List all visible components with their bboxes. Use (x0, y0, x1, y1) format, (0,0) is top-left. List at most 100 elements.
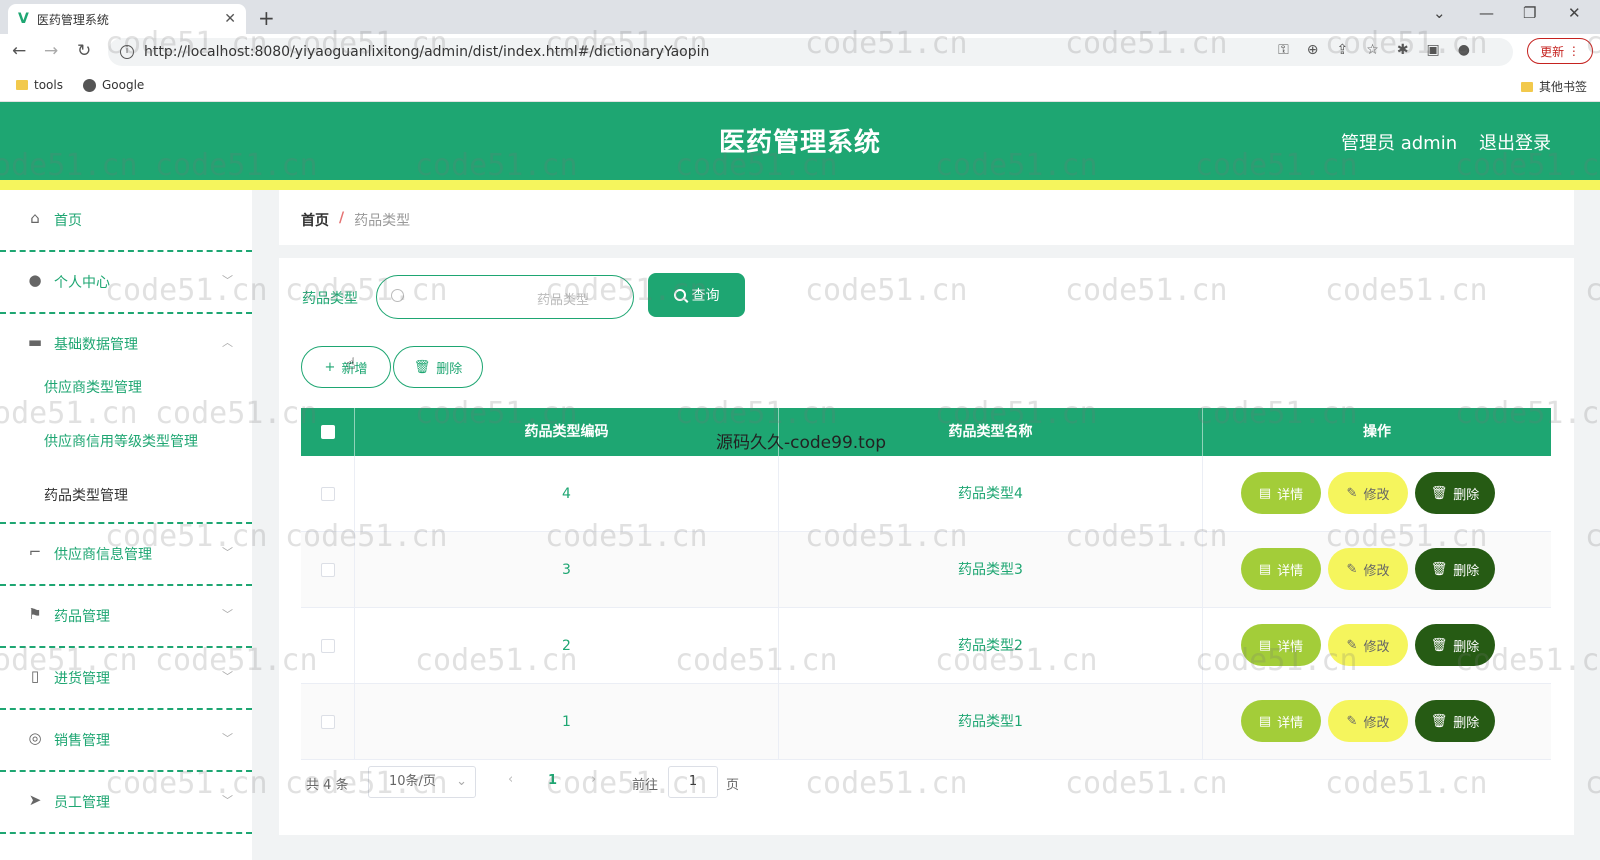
row-select-cell[interactable] (301, 456, 355, 532)
sidebar-item-basic-data[interactable]: ▬ 基础数据管理 ︿ 供应商类型管理 供应商信用等级类型管理 药品类型管理 (0, 314, 252, 524)
delete-label: 删除 (1453, 715, 1480, 731)
cell-actions: ▤ 详情 ✎ 修改 🗑 删除 (1203, 532, 1551, 608)
source-overlay-text: 源码久久-code99.top (716, 433, 887, 453)
current-user: 管理员 admin (1341, 133, 1458, 154)
submenu-supplier-type[interactable]: 供应商类型管理 (44, 377, 142, 397)
back-icon[interactable]: ← (12, 41, 26, 61)
forward-icon[interactable]: → (44, 41, 58, 61)
search-placeholder: 药品类型 (537, 293, 590, 308)
table-row: 2 药品类型2 ▤ 详情 ✎ 修改 🗑 删除 (301, 608, 1551, 684)
sidebar-item-label: 首页 (54, 213, 82, 229)
edit-button[interactable]: ✎ 修改 (1328, 472, 1408, 514)
row-checkbox[interactable] (320, 715, 335, 729)
cell-name: 药品类型3 (779, 532, 1203, 608)
row-select-cell[interactable] (301, 532, 355, 608)
row-checkbox[interactable] (320, 487, 335, 501)
delete-button[interactable]: 🗑 删除 (1415, 548, 1495, 590)
goto-label: 前往 (632, 778, 659, 793)
chevron-down-icon: ﹀ (222, 546, 233, 559)
omnibox-actions: ⚿ ⊕ ⇪ ☆ ✱ ▣ ● (1278, 42, 1470, 58)
delete-button[interactable]: 🗑 删除 (1415, 700, 1495, 742)
row-checkbox[interactable] (320, 639, 335, 653)
sidebar-item-label: 销售管理 (54, 733, 110, 749)
pencil-icon: ✎ (1346, 561, 1358, 577)
delete-label: 删除 (1453, 639, 1480, 655)
extensions-icon[interactable]: ✱ (1397, 42, 1409, 58)
sidebar-item-sales[interactable]: ◎ 销售管理 ﹀ (0, 710, 252, 772)
crop-icon: ⌐ (28, 543, 42, 561)
profile-icon[interactable]: ● (1458, 42, 1470, 58)
row-select-cell[interactable] (301, 684, 355, 760)
table-row: 4 药品类型4 ▤ 详情 ✎ 修改 🗑 删除 (301, 456, 1551, 532)
edit-button[interactable]: ✎ 修改 (1328, 548, 1408, 590)
detail-button[interactable]: ▤ 详情 (1241, 624, 1321, 666)
sidebar-item-label: 进货管理 (54, 671, 110, 687)
sidebar: ⌂ 首页 ● 个人中心 ﹀ ▬ 基础数据管理 ︿ 供应商类型管理 供应商信用等级… (0, 190, 252, 860)
next-page-icon[interactable]: › (591, 772, 596, 787)
browser-tab-bar: V 医药管理系统 ✕ + ⌄ — ❐ ✕ (0, 0, 1600, 34)
submenu-drug-type[interactable]: 药品类型管理 (44, 485, 128, 505)
sidebar-item-drug[interactable]: ⚑ 药品管理 ﹀ (0, 586, 252, 648)
minimize-icon[interactable]: — (1479, 4, 1494, 22)
breadcrumb-home[interactable]: 首页 (301, 210, 329, 230)
detail-label: 详情 (1277, 715, 1304, 731)
breadcrumb-card: 首页 / 药品类型 (279, 190, 1574, 245)
tab-search-icon[interactable]: ⌄ (1433, 4, 1446, 22)
browser-tab[interactable]: V 医药管理系统 ✕ (8, 4, 246, 34)
chevron-down-icon: ﹀ (222, 732, 233, 745)
edit-button[interactable]: ✎ 修改 (1328, 700, 1408, 742)
edit-button[interactable]: ✎ 修改 (1328, 624, 1408, 666)
delete-button[interactable]: 🗑 删除 (1415, 472, 1495, 514)
submenu-supplier-credit[interactable]: 供应商信用等级类型管理 (44, 431, 198, 451)
sidebar-item-home[interactable]: ⌂ 首页 (0, 190, 252, 252)
star-icon[interactable]: ☆ (1366, 42, 1379, 58)
query-button[interactable]: 查询 (648, 273, 745, 317)
detail-button[interactable]: ▤ 详情 (1241, 700, 1321, 742)
restore-icon[interactable]: ❐ (1523, 4, 1536, 22)
new-tab-button[interactable]: + (258, 6, 275, 30)
current-page[interactable]: 1 (548, 773, 557, 788)
chevron-down-icon: ﹀ (222, 794, 233, 807)
watermark-text: code51.cn (1585, 766, 1600, 801)
sidebar-item-staff[interactable]: ➤ 员工管理 ﹀ (0, 772, 252, 834)
delete-button[interactable]: 🗑 删除 (1415, 624, 1495, 666)
close-tab-icon[interactable]: ✕ (224, 11, 236, 27)
pencil-icon: ✎ (1346, 485, 1358, 501)
sidebar-item-personal-center[interactable]: ● 个人中心 ﹀ (0, 252, 252, 314)
page-size-select[interactable]: 10条/页 ⌄ (368, 766, 476, 798)
bookmark-tools[interactable]: tools (16, 78, 63, 92)
chevron-up-icon: ︿ (222, 336, 233, 349)
bookmark-google[interactable]: Google (83, 78, 144, 92)
key-icon[interactable]: ⚿ (1278, 42, 1289, 58)
logout-link[interactable]: 退出登录 (1479, 129, 1551, 155)
update-button[interactable]: 更新 ⋮ (1527, 38, 1593, 64)
trash-icon: 🗑 (1430, 637, 1448, 653)
row-checkbox[interactable] (320, 563, 335, 577)
share-icon[interactable]: ⇪ (1337, 42, 1349, 58)
side-panel-icon[interactable]: ▣ (1427, 42, 1440, 58)
detail-label: 详情 (1277, 639, 1304, 655)
pencil-icon: ✎ (1346, 637, 1358, 653)
page-size-value: 10条/页 (389, 774, 436, 789)
site-info-icon[interactable]: i (120, 45, 134, 59)
zoom-icon[interactable]: ⊕ (1307, 42, 1319, 58)
cell-code: 4 (355, 456, 779, 532)
chevron-down-icon: ﹀ (222, 274, 233, 287)
prev-page-icon[interactable]: ‹ (508, 772, 513, 787)
search-input[interactable]: 药品类型 (376, 275, 634, 319)
detail-button[interactable]: ▤ 详情 (1241, 472, 1321, 514)
batch-delete-button[interactable]: 🗑 删除 (393, 346, 483, 388)
close-window-icon[interactable]: ✕ (1568, 4, 1581, 22)
sidebar-item-supplier-info[interactable]: ⌐ 供应商信息管理 ﹀ (0, 524, 252, 586)
sidebar-item-label: 基础数据管理 (54, 337, 138, 353)
detail-button[interactable]: ▤ 详情 (1241, 548, 1321, 590)
select-all-checkbox[interactable] (320, 425, 335, 439)
sidebar-item-purchase[interactable]: ▯ 进货管理 ﹀ (0, 648, 252, 710)
table-body: 4 药品类型4 ▤ 详情 ✎ 修改 🗑 删除 3 药品类型3 ▤ 详情 ✎ 修改 🗑 删除 2 药品类型2 ▤ 详情 ✎… (301, 456, 1551, 760)
goto-page-input[interactable]: 1 (668, 766, 718, 798)
select-all-cell[interactable] (301, 408, 355, 456)
watermark-text: code51.cn (1585, 519, 1600, 554)
other-bookmarks[interactable]: 其他书签 (1521, 78, 1587, 95)
row-select-cell[interactable] (301, 608, 355, 684)
reload-icon[interactable]: ↻ (77, 41, 91, 61)
